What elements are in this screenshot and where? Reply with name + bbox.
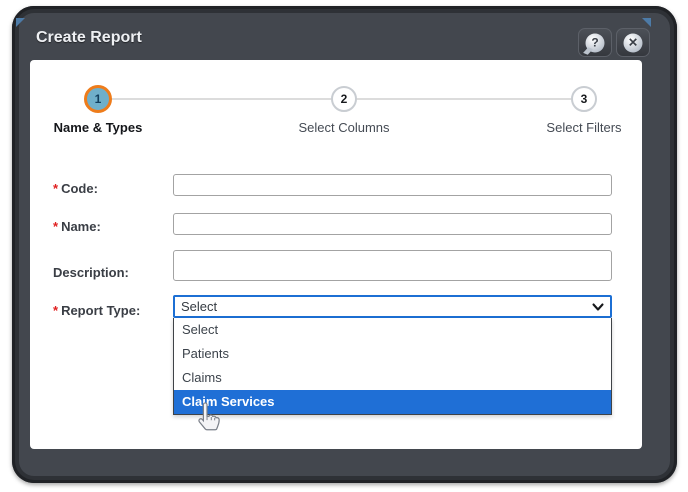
option-claims[interactable]: Claims bbox=[174, 366, 611, 390]
close-icon: ✕ bbox=[624, 33, 643, 52]
description-input[interactable] bbox=[173, 250, 612, 281]
chevron-down-icon bbox=[592, 301, 604, 313]
description-label: Description: bbox=[53, 265, 171, 280]
required-marker: * bbox=[53, 303, 58, 318]
close-button[interactable]: ✕ bbox=[616, 28, 650, 57]
option-claim-services[interactable]: Claim Services bbox=[174, 390, 611, 414]
step-2-select-columns[interactable]: 2 bbox=[331, 86, 357, 112]
option-select[interactable]: Select bbox=[174, 318, 611, 342]
annotation-handle-top-right-icon bbox=[642, 18, 651, 27]
report-type-label: *Report Type: bbox=[53, 303, 171, 318]
description-label-text: Description: bbox=[53, 265, 129, 280]
dialog-title: Create Report bbox=[36, 29, 142, 47]
name-input[interactable] bbox=[173, 213, 612, 235]
name-label-text: Name: bbox=[61, 219, 101, 234]
name-label: *Name: bbox=[53, 219, 171, 234]
code-label-text: Code: bbox=[61, 181, 98, 196]
page: { "window": { "title": "Create Report" }… bbox=[0, 0, 688, 492]
code-input[interactable] bbox=[173, 174, 612, 196]
create-report-dialog: Create Report ? ✕ 1 Name & Types 2 Selec… bbox=[12, 6, 677, 483]
required-marker: * bbox=[53, 181, 58, 196]
step-3-label: Select Filters bbox=[504, 120, 664, 135]
report-type-selected-value: Select bbox=[181, 299, 217, 314]
report-type-option-list: Select Patients Claims Claim Services bbox=[173, 318, 612, 415]
option-patients[interactable]: Patients bbox=[174, 342, 611, 366]
step-1-name-and-types[interactable]: 1 bbox=[84, 85, 112, 113]
help-button[interactable]: ? bbox=[578, 28, 612, 57]
report-type-label-text: Report Type: bbox=[61, 303, 140, 318]
step-3-select-filters[interactable]: 3 bbox=[571, 86, 597, 112]
step-1-label: Name & Types bbox=[18, 120, 178, 135]
report-type-select[interactable]: Select bbox=[173, 295, 612, 318]
code-label: *Code: bbox=[53, 181, 171, 196]
dialog-body: 1 Name & Types 2 Select Columns 3 Select… bbox=[30, 60, 642, 449]
required-marker: * bbox=[53, 219, 58, 234]
annotation-handle-top-left-icon bbox=[16, 18, 25, 27]
step-2-label: Select Columns bbox=[264, 120, 424, 135]
